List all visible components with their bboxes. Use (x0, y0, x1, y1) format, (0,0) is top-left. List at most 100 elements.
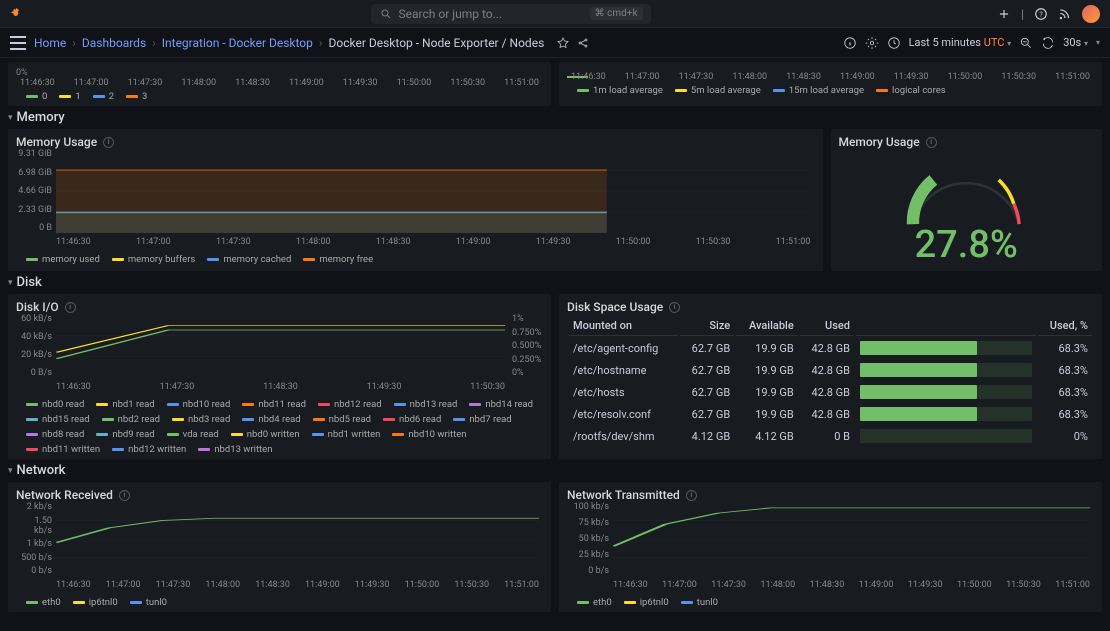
net-rx-panel[interactable]: Network Received i 2 kb/s1.50 kb/s1 kb/s… (8, 482, 551, 612)
axis-tick: 11:51:00 (776, 237, 811, 251)
disk-space-panel[interactable]: Disk Space Usage i Mounted on Size Avail… (559, 294, 1102, 459)
legend-item[interactable]: nbd0 written (231, 429, 300, 440)
axis-tick: 11:50:00 (397, 78, 432, 88)
axis-tick: 11:49:00 (289, 78, 324, 88)
breadcrumb-home[interactable]: Home (34, 36, 66, 50)
axis-tick: 2 kb/s (16, 502, 56, 512)
legend-item[interactable]: nbd15 read (26, 414, 90, 425)
legend-item[interactable]: tunl0 (681, 597, 718, 608)
axis-tick: 11:49:00 (305, 580, 340, 594)
legend-item[interactable]: eth0 (577, 597, 612, 608)
legend-item[interactable]: nbd4 read (242, 414, 300, 425)
axis-tick: 20 kB/s (16, 350, 56, 360)
table-row[interactable]: /etc/hostname62.7 GB 19.9 GB42.8 GB 68.3… (569, 360, 1092, 380)
legend-item[interactable]: memory buffers (112, 254, 196, 265)
plus-icon[interactable] (997, 7, 1011, 21)
breadcrumb-dashboards[interactable]: Dashboards (82, 36, 146, 50)
legend-item[interactable]: nbd3 read (172, 414, 230, 425)
menu-toggle[interactable] (10, 36, 26, 50)
info-icon[interactable]: i (686, 490, 697, 501)
table-row[interactable]: /etc/agent-config62.7 GB 19.9 GB42.8 GB … (569, 338, 1092, 358)
legend-item[interactable]: nbd0 read (26, 399, 84, 410)
legend-item[interactable]: vda read (167, 429, 219, 440)
axis-tick: 11:51:00 (1055, 72, 1090, 82)
time-range-button[interactable]: Last 5 minutes UTC ▾ (909, 36, 1012, 49)
search-input[interactable]: Search or jump to... ⌘ cmd+k (371, 4, 651, 24)
breadcrumb-current: Docker Desktop - Node Exporter / Nodes (329, 36, 545, 50)
legend-item[interactable]: memory free (303, 254, 373, 265)
row-network[interactable]: Network (8, 463, 1102, 478)
legend-item[interactable]: eth0 (26, 597, 61, 608)
memory-usage-panel[interactable]: Memory Usage i 9.31 GiB6.98 GiB4.66 GiB2… (8, 129, 823, 271)
help-icon[interactable]: ? (1034, 7, 1048, 21)
disk-io-panel[interactable]: Disk I/O i 60 kB/s40 kB/s20 kB/s0 B/s 1%… (8, 294, 551, 459)
legend-item[interactable]: nbd13 written (198, 444, 272, 455)
row-memory[interactable]: Memory (8, 110, 1102, 125)
legend-item[interactable]: tunl0 (130, 597, 167, 608)
legend-item[interactable]: logical cores (876, 85, 946, 96)
legend-item[interactable]: 1m load average (577, 85, 663, 96)
news-icon[interactable] (1058, 7, 1072, 21)
legend-item[interactable]: nbd1 read (96, 399, 154, 410)
avatar[interactable] (1082, 5, 1100, 23)
axis-tick: 11:50:30 (450, 78, 485, 88)
legend-item[interactable]: nbd5 read (313, 414, 371, 425)
cpu-panel-partial[interactable]: 0% 11:46:3011:47:0011:47:3011:48:0011:48… (8, 62, 551, 106)
legend-item[interactable]: nbd6 read (383, 414, 441, 425)
table-row[interactable]: /etc/hosts62.7 GB 19.9 GB42.8 GB 68.3% (569, 382, 1092, 402)
info-icon[interactable] (843, 36, 857, 50)
legend-item[interactable]: 1 (59, 91, 80, 102)
legend-item[interactable]: nbd8 read (26, 429, 84, 440)
legend-item[interactable]: nbd14 read (469, 399, 533, 410)
nav-actions: Last 5 minutes UTC ▾ 30s ▾ ▾ (843, 36, 1100, 50)
legend-item[interactable]: 3 (126, 91, 147, 102)
legend-item[interactable]: nbd7 read (453, 414, 511, 425)
info-icon[interactable]: i (926, 137, 937, 148)
settings-icon[interactable] (865, 36, 879, 50)
axis-tick: 11:49:30 (343, 78, 378, 88)
row-disk[interactable]: Disk (8, 275, 1102, 290)
legend-item[interactable]: nbd11 read (242, 399, 306, 410)
legend-item[interactable]: memory cached (207, 254, 291, 265)
refresh-icon[interactable] (1041, 36, 1055, 50)
legend-item[interactable]: nbd13 read (394, 399, 458, 410)
axis-tick: 11:49:30 (355, 580, 390, 594)
divider: | (1021, 7, 1024, 21)
legend-item[interactable]: nbd2 read (102, 414, 160, 425)
grafana-logo[interactable] (10, 7, 24, 21)
star-icon[interactable] (556, 36, 570, 50)
loadavg-panel-partial[interactable]: 11:46:3011:47:0011:47:3011:48:0011:48:30… (559, 62, 1102, 106)
legend-item[interactable]: nbd11 written (26, 444, 100, 455)
info-icon[interactable]: i (119, 490, 130, 501)
info-icon[interactable]: i (669, 302, 680, 313)
legend-item[interactable]: 15m load average (773, 85, 864, 96)
axis-tick: 1 kb/s (16, 539, 56, 549)
legend-item[interactable]: 5m load average (675, 85, 761, 96)
axis-tick: 2.33 GiB (16, 205, 56, 215)
legend-item[interactable]: nbd1 written (312, 429, 381, 440)
legend-item[interactable]: nbd9 read (96, 429, 154, 440)
axis-tick: 11:48:30 (786, 72, 821, 82)
legend-item[interactable]: nbd10 read (167, 399, 231, 410)
net-tx-panel[interactable]: Network Transmitted i 100 kb/s75 kb/s50 … (559, 482, 1102, 612)
axis-tick: 11:47:30 (679, 72, 714, 82)
chevron-down-icon[interactable]: ▾ (1096, 38, 1100, 47)
info-icon[interactable]: i (65, 302, 76, 313)
legend-item[interactable]: nbd12 written (112, 444, 186, 455)
memory-gauge-panel[interactable]: Memory Usage i 27.8% (831, 129, 1103, 271)
legend-item[interactable]: ip6tnl0 (73, 597, 118, 608)
zoom-out-icon[interactable] (1019, 36, 1033, 50)
legend-item[interactable]: ip6tnl0 (624, 597, 669, 608)
refresh-interval-button[interactable]: 30s ▾ (1063, 36, 1088, 49)
table-row[interactable]: /rootfs/dev/shm4.12 GB 4.12 GB0 B 0% (569, 426, 1092, 446)
search-placeholder: Search or jump to... (399, 7, 503, 21)
share-icon[interactable] (576, 36, 590, 50)
legend-item[interactable]: nbd10 written (392, 429, 466, 440)
table-row[interactable]: /etc/resolv.conf62.7 GB 19.9 GB42.8 GB 6… (569, 404, 1092, 424)
legend-item[interactable]: memory used (26, 254, 100, 265)
info-icon[interactable]: i (103, 137, 114, 148)
breadcrumb-folder[interactable]: Integration - Docker Desktop (162, 36, 313, 50)
legend-item[interactable]: 2 (93, 91, 114, 102)
legend-item[interactable]: nbd12 read (318, 399, 382, 410)
legend-item[interactable]: 0 (26, 91, 47, 102)
